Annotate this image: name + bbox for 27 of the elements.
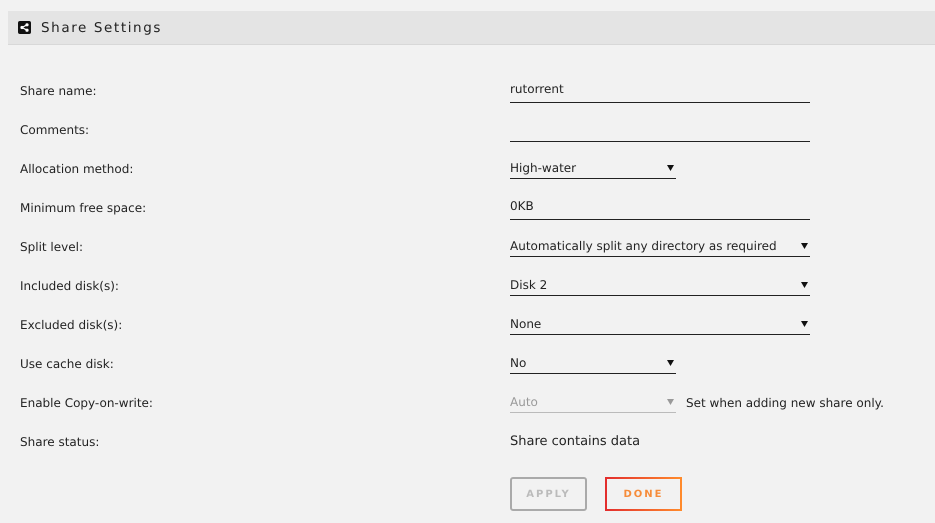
field-label: Comments: xyxy=(20,122,90,137)
field-label: Share status: xyxy=(20,434,100,449)
caret-icon xyxy=(801,282,808,288)
dropdown[interactable]: Automatically split any directory as required xyxy=(510,235,810,257)
field-label: Minimum free space: xyxy=(20,200,148,215)
field-label: Use cache disk: xyxy=(20,356,115,371)
caret-icon xyxy=(667,164,674,170)
caret-icon xyxy=(801,242,808,248)
status-text: Share contains data xyxy=(510,433,640,449)
panel-title: Share Settings xyxy=(41,20,162,36)
share-icon xyxy=(18,21,31,34)
text-field[interactable]: 0KB xyxy=(510,196,810,220)
caret-icon xyxy=(667,360,674,366)
text-field[interactable]: rutorrent xyxy=(510,79,810,103)
caret-icon xyxy=(801,320,808,326)
caret-icon xyxy=(667,398,674,404)
dropdown[interactable]: None xyxy=(510,313,810,335)
dropdown[interactable]: Disk 2 xyxy=(510,274,810,296)
field-label: Split level: xyxy=(20,239,84,254)
field-label: Excluded disk(s): xyxy=(20,317,124,332)
dropdown[interactable]: No xyxy=(510,352,676,374)
field-label: Share name: xyxy=(20,83,98,98)
field-label: Allocation method: xyxy=(20,161,134,176)
dropdown[interactable]: High-water xyxy=(510,157,676,179)
field-label: Enable Copy-on-write: xyxy=(20,395,154,410)
field-label: Included disk(s): xyxy=(20,278,120,293)
hint-text: Set when adding new share only. xyxy=(686,395,884,410)
